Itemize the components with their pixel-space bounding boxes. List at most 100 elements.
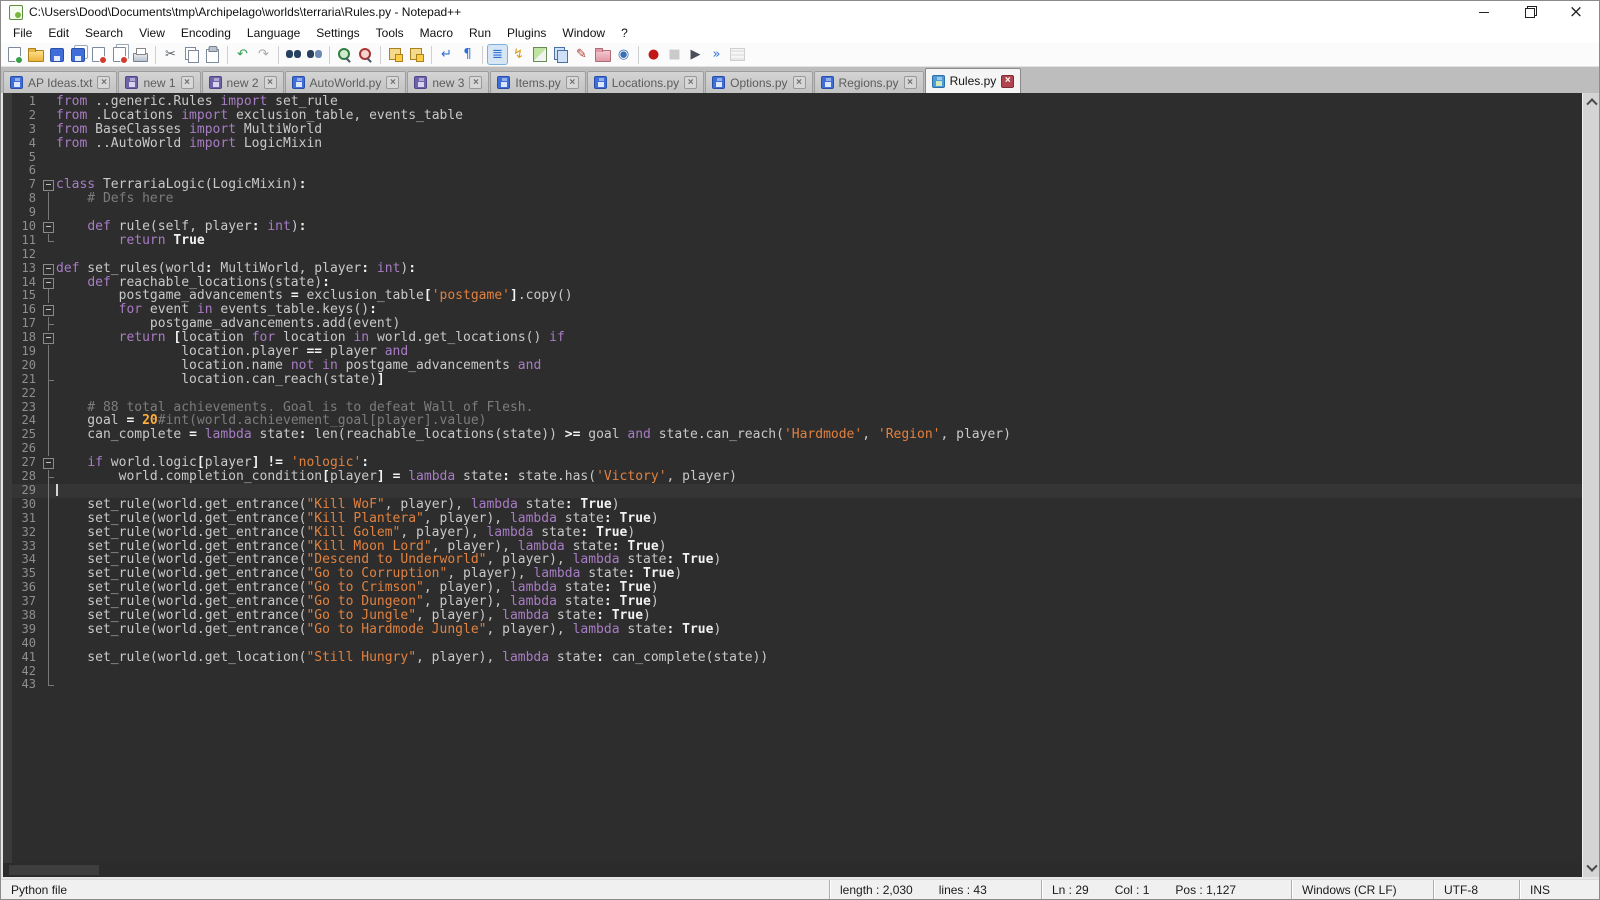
15[interactable]: 15 postgame_advancements = exclusion_tab…: [12, 289, 1582, 303]
code-text[interactable]: postgame_advancements.add(event): [56, 317, 1582, 331]
undo-icon[interactable]: ↶: [233, 45, 252, 64]
41[interactable]: 41 set_rule(world.get_location("Still Hu…: [12, 651, 1582, 665]
status-insert-mode[interactable]: INS: [1519, 880, 1599, 899]
fold-marker[interactable]: [42, 192, 56, 206]
code-text[interactable]: set_rule(world.get_entrance("Kill Moon L…: [56, 540, 1582, 554]
5[interactable]: 5: [12, 151, 1582, 165]
fold-marker[interactable]: [42, 526, 56, 540]
3[interactable]: 3 from BaseClasses import MultiWorld: [12, 123, 1582, 137]
fold-marker[interactable]: [42, 609, 56, 623]
7[interactable]: 7 class TerrariaLogic(LogicMixin):: [12, 178, 1582, 192]
29[interactable]: 29: [12, 484, 1582, 498]
fold-marker[interactable]: [42, 401, 56, 415]
menu-item[interactable]: Plugins: [499, 24, 554, 42]
cut-icon[interactable]: ✂: [161, 45, 180, 64]
code-text[interactable]: can_complete = lambda state: len(reachab…: [56, 428, 1582, 442]
code-text[interactable]: [56, 678, 1582, 692]
menu-item[interactable]: Tools: [368, 24, 412, 42]
open-file-icon[interactable]: [26, 45, 45, 64]
code-text[interactable]: # Defs here: [56, 192, 1582, 206]
fold-marker[interactable]: [42, 276, 56, 290]
minimize-button-icon[interactable]: [1461, 1, 1507, 23]
close-file-icon[interactable]: [89, 45, 108, 64]
code-text[interactable]: [56, 637, 1582, 651]
fold-marker[interactable]: [42, 595, 56, 609]
monitoring-icon[interactable]: ◉: [614, 45, 633, 64]
code-text[interactable]: [56, 665, 1582, 679]
code-text[interactable]: set_rule(world.get_entrance("Go to Jungl…: [56, 609, 1582, 623]
code-text[interactable]: from ..AutoWorld import LogicMixin: [56, 137, 1582, 151]
25[interactable]: 25 can_complete = lambda state: len(reac…: [12, 428, 1582, 442]
19[interactable]: 19 location.player == player and: [12, 345, 1582, 359]
fold-marker[interactable]: [42, 456, 56, 470]
horizontal-scrollbar[interactable]: [3, 863, 1582, 877]
fold-marker[interactable]: [42, 567, 56, 581]
fold-marker[interactable]: [42, 137, 56, 151]
fold-marker[interactable]: [42, 95, 56, 109]
35[interactable]: 35 set_rule(world.get_entrance("Go to Co…: [12, 567, 1582, 581]
zoom-out-icon[interactable]: [356, 45, 375, 64]
34[interactable]: 34 set_rule(world.get_entrance("Descend …: [12, 553, 1582, 567]
scroll-down-arrow-icon[interactable]: [1583, 861, 1600, 877]
fold-marker[interactable]: [42, 581, 56, 595]
6[interactable]: 6: [12, 164, 1582, 178]
tab[interactable]: new 3: [407, 71, 489, 93]
2[interactable]: 2 from .Locations import exclusion_table…: [12, 109, 1582, 123]
fold-marker[interactable]: [42, 484, 56, 498]
23[interactable]: 23 # 88 total achievements. Goal is to d…: [12, 401, 1582, 415]
fold-marker[interactable]: [42, 109, 56, 123]
save-all-icon[interactable]: [68, 45, 87, 64]
fold-marker[interactable]: [42, 178, 56, 192]
code-text[interactable]: [56, 248, 1582, 262]
zoom-in-icon[interactable]: [335, 45, 354, 64]
fold-marker[interactable]: [42, 414, 56, 428]
26[interactable]: 26: [12, 442, 1582, 456]
code-text[interactable]: def set_rules(world: MultiWorld, player:…: [56, 262, 1582, 276]
fold-marker[interactable]: [42, 248, 56, 262]
33[interactable]: 33 set_rule(world.get_entrance("Kill Moo…: [12, 540, 1582, 554]
function-list-icon[interactable]: ↯: [509, 45, 528, 64]
fold-marker[interactable]: [42, 387, 56, 401]
fold-marker[interactable]: [42, 651, 56, 665]
menu-item[interactable]: Run: [461, 24, 499, 42]
22[interactable]: 22: [12, 387, 1582, 401]
14[interactable]: 14 def reachable_locations(state):: [12, 276, 1582, 290]
menu-item[interactable]: Settings: [308, 24, 367, 42]
code-text[interactable]: [56, 151, 1582, 165]
tab-close-icon[interactable]: [1001, 75, 1014, 88]
indent-guide-icon[interactable]: ≣: [488, 45, 507, 64]
macro-play-icon[interactable]: ▶: [686, 45, 705, 64]
menu-item[interactable]: Search: [77, 24, 131, 42]
43[interactable]: 43: [12, 678, 1582, 692]
find-icon[interactable]: [284, 45, 303, 64]
macro-record-icon[interactable]: ●: [644, 45, 663, 64]
paste-icon[interactable]: [203, 45, 222, 64]
code-text[interactable]: set_rule(world.get_entrance("Descend to …: [56, 553, 1582, 567]
code-text[interactable]: set_rule(world.get_entrance("Kill Plante…: [56, 512, 1582, 526]
tab-close-icon[interactable]: [181, 76, 194, 89]
fold-marker[interactable]: [42, 512, 56, 526]
fold-marker[interactable]: [42, 637, 56, 651]
menu-item[interactable]: File: [5, 24, 40, 42]
close-window-button-icon[interactable]: [1553, 1, 1599, 23]
fold-marker[interactable]: [42, 317, 56, 331]
code-text[interactable]: location.player == player and: [56, 345, 1582, 359]
10[interactable]: 10 def rule(self, player: int):: [12, 220, 1582, 234]
menu-item[interactable]: Language: [239, 24, 308, 42]
code-text[interactable]: return True: [56, 234, 1582, 248]
menu-item[interactable]: Window: [554, 24, 613, 42]
tab[interactable]: Rules.py: [925, 68, 1022, 93]
tab-close-icon[interactable]: [904, 76, 917, 89]
code-text[interactable]: def rule(self, player: int):: [56, 220, 1582, 234]
12[interactable]: 12: [12, 248, 1582, 262]
tab[interactable]: Options.py: [705, 71, 812, 93]
code-text[interactable]: for event in events_table.keys():: [56, 303, 1582, 317]
vertical-scrollbar[interactable]: [1582, 93, 1599, 877]
1[interactable]: 1 from ..generic.Rules import set_rule: [12, 95, 1582, 109]
print-icon[interactable]: [131, 45, 150, 64]
tab-close-icon[interactable]: [684, 76, 697, 89]
tab-close-icon[interactable]: [264, 76, 277, 89]
fold-marker[interactable]: [42, 359, 56, 373]
20[interactable]: 20 location.name not in postgame_advance…: [12, 359, 1582, 373]
fold-marker[interactable]: [42, 151, 56, 165]
